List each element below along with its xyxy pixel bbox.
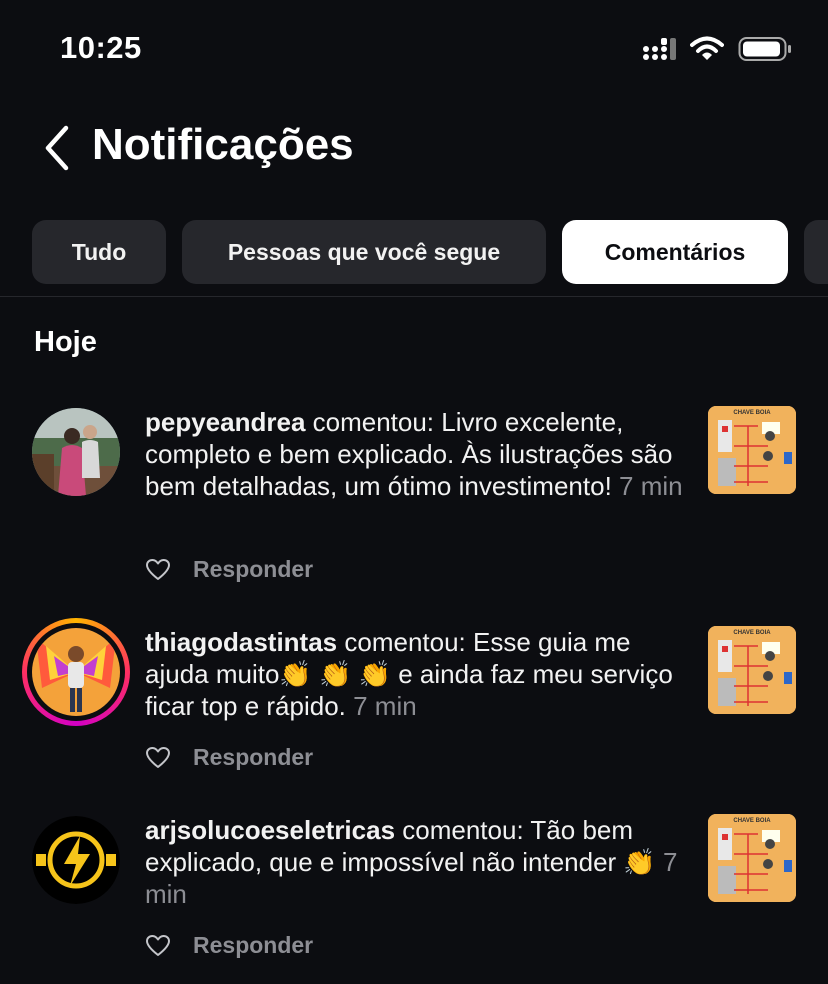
reply-button[interactable]: Responder bbox=[193, 556, 313, 583]
status-time: 10:25 bbox=[60, 30, 142, 65]
reply-button[interactable]: Responder bbox=[193, 932, 313, 959]
notification-text: arjsolucoeseletricas comentou: Tão bem e… bbox=[145, 814, 690, 910]
page-title: Notificações bbox=[92, 120, 354, 169]
reply-button[interactable]: Responder bbox=[193, 744, 313, 771]
timestamp: 7 min bbox=[353, 691, 417, 721]
status-bar: 10:25 bbox=[0, 0, 828, 100]
username[interactable]: arjsolucoeseletricas bbox=[145, 815, 395, 845]
thumbnail-caption: CHAVE BOIA bbox=[733, 630, 771, 636]
battery-icon bbox=[738, 37, 791, 61]
timestamp: 7 min bbox=[619, 471, 683, 501]
notification-text: pepyeandrea comentou: Livro excelente, c… bbox=[145, 406, 690, 502]
avatar-image bbox=[32, 816, 120, 904]
post-thumbnail-image: CHAVE BOIA bbox=[708, 814, 796, 902]
status-icons bbox=[642, 36, 792, 62]
avatar[interactable] bbox=[32, 408, 120, 496]
post-thumbnail-image: CHAVE BOIA bbox=[708, 626, 796, 714]
avatar-image bbox=[32, 408, 120, 496]
back-chevron-icon[interactable] bbox=[40, 124, 74, 172]
avatar[interactable] bbox=[32, 816, 120, 904]
wifi-icon bbox=[690, 36, 724, 60]
tab-tudo[interactable]: Tudo bbox=[32, 220, 166, 284]
divider bbox=[0, 296, 828, 297]
post-thumbnail[interactable]: CHAVE BOIA bbox=[708, 406, 796, 494]
story-ring[interactable] bbox=[22, 618, 130, 726]
username[interactable]: pepyeandrea bbox=[145, 407, 305, 437]
comment-actions: Responder bbox=[145, 556, 313, 583]
comment-actions: Responder bbox=[145, 932, 313, 959]
thumbnail-caption: CHAVE BOIA bbox=[733, 818, 771, 824]
avatar[interactable] bbox=[32, 628, 120, 716]
notification-text: thiagodastintas comentou: Esse guia me a… bbox=[145, 626, 690, 722]
comment-actions: Responder bbox=[145, 744, 313, 771]
avatar-image bbox=[32, 628, 120, 716]
section-title-hoje: Hoje bbox=[34, 326, 97, 358]
post-thumbnail[interactable]: CHAVE BOIA bbox=[708, 626, 796, 714]
heart-icon[interactable] bbox=[145, 746, 171, 770]
post-thumbnail-image: CHAVE BOIA bbox=[708, 406, 796, 494]
heart-icon[interactable] bbox=[145, 934, 171, 958]
cellular-signal-icon bbox=[643, 38, 676, 60]
tab-comentarios[interactable]: Comentários bbox=[562, 220, 788, 284]
filter-tabs: Tudo Pessoas que você segue Comentários bbox=[32, 220, 828, 284]
header: Notificações bbox=[0, 110, 828, 190]
tab-pessoas-que-voce-segue[interactable]: Pessoas que você segue bbox=[182, 220, 546, 284]
username[interactable]: thiagodastintas bbox=[145, 627, 337, 657]
post-thumbnail[interactable]: CHAVE BOIA bbox=[708, 814, 796, 902]
tab-more[interactable] bbox=[804, 220, 828, 284]
heart-icon[interactable] bbox=[145, 558, 171, 582]
thumbnail-caption: CHAVE BOIA bbox=[733, 410, 771, 416]
